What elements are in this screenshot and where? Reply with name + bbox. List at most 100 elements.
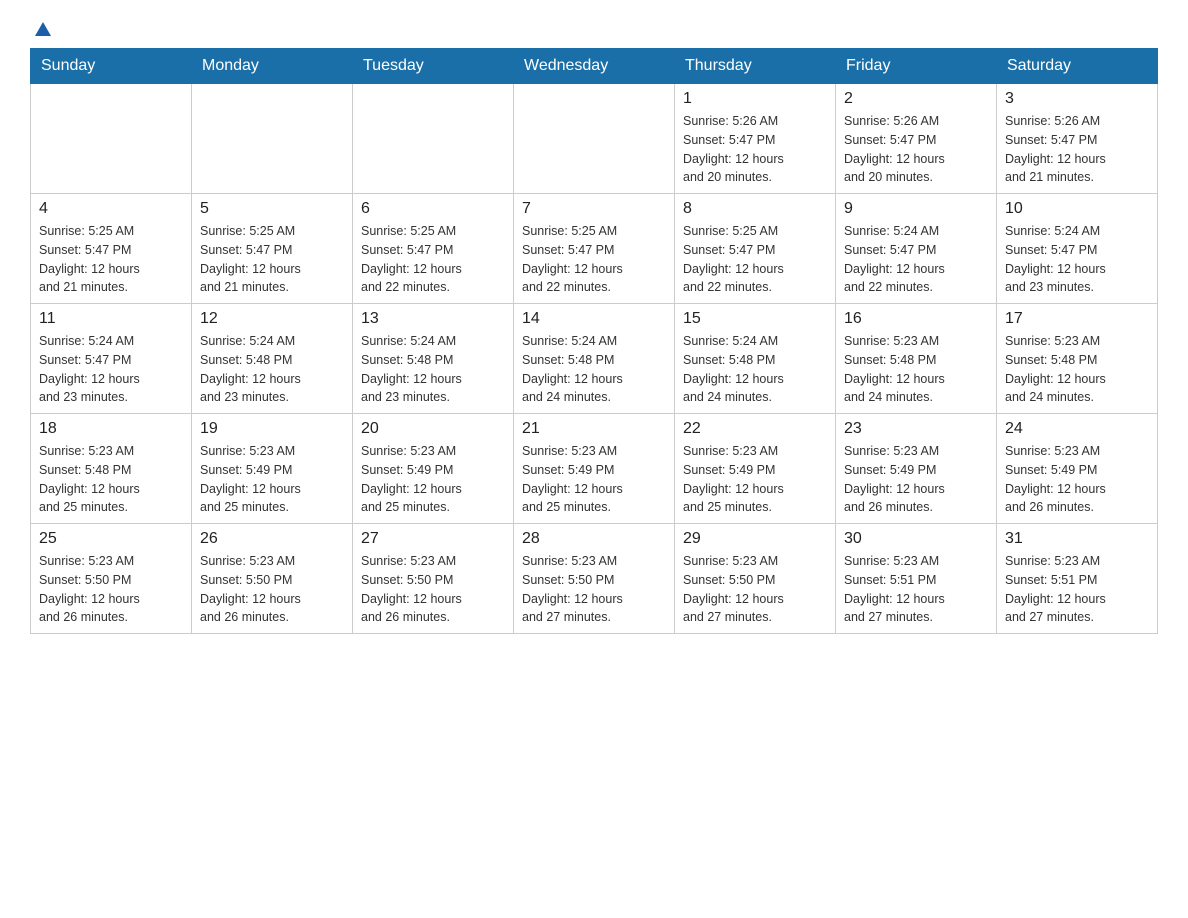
calendar-week-row: 4 Sunrise: 5:25 AMSunset: 5:47 PMDaylight… xyxy=(31,194,1158,304)
weekday-header-tuesday: Tuesday xyxy=(353,49,514,84)
day-number: 8 xyxy=(683,200,827,218)
day-info: Sunrise: 5:23 AMSunset: 5:49 PMDaylight:… xyxy=(200,442,344,517)
day-number: 27 xyxy=(361,530,505,548)
calendar-cell: 13 Sunrise: 5:24 AMSunset: 5:48 PMDayligh… xyxy=(353,304,514,414)
day-number: 21 xyxy=(522,420,666,438)
page-header xyxy=(30,20,1158,38)
day-number: 31 xyxy=(1005,530,1149,548)
calendar-week-row: 18Sunrise: 5:23 AMSunset: 5:48 PMDayligh… xyxy=(31,414,1158,524)
calendar-cell: 22 Sunrise: 5:23 AMSunset: 5:49 PMDayligh… xyxy=(675,414,836,524)
day-info: Sunrise: 5:25 AMSunset: 5:47 PMDaylight:… xyxy=(200,222,344,297)
calendar-cell: 27 Sunrise: 5:23 AMSunset: 5:50 PMDayligh… xyxy=(353,524,514,634)
day-number: 4 xyxy=(39,200,183,218)
day-number: 30 xyxy=(844,530,988,548)
day-info: Sunrise: 5:25 AMSunset: 5:47 PMDaylight:… xyxy=(39,222,183,297)
calendar-week-row: 25 Sunrise: 5:23 AMSunset: 5:50 PMDayligh… xyxy=(31,524,1158,634)
day-number: 7 xyxy=(522,200,666,218)
day-info: Sunrise: 5:24 AMSunset: 5:48 PMDaylight:… xyxy=(361,332,505,407)
day-number: 19 xyxy=(200,420,344,438)
day-number: 12 xyxy=(200,310,344,328)
day-number: 9 xyxy=(844,200,988,218)
day-info: Sunrise: 5:23 AMSunset: 5:50 PMDaylight:… xyxy=(200,552,344,627)
calendar-cell xyxy=(31,84,192,194)
calendar-cell: 7 Sunrise: 5:25 AMSunset: 5:47 PMDaylight… xyxy=(514,194,675,304)
day-number: 18 xyxy=(39,420,183,438)
calendar-header-row: SundayMondayTuesdayWednesdayThursdayFrid… xyxy=(31,49,1158,84)
weekday-header-friday: Friday xyxy=(836,49,997,84)
day-number: 5 xyxy=(200,200,344,218)
day-number: 1 xyxy=(683,90,827,108)
weekday-header-wednesday: Wednesday xyxy=(514,49,675,84)
day-info: Sunrise: 5:26 AMSunset: 5:47 PMDaylight:… xyxy=(683,112,827,187)
day-info: Sunrise: 5:23 AMSunset: 5:49 PMDaylight:… xyxy=(361,442,505,517)
day-info: Sunrise: 5:23 AMSunset: 5:50 PMDaylight:… xyxy=(39,552,183,627)
day-info: Sunrise: 5:23 AMSunset: 5:50 PMDaylight:… xyxy=(361,552,505,627)
day-number: 6 xyxy=(361,200,505,218)
day-number: 15 xyxy=(683,310,827,328)
calendar-week-row: 1 Sunrise: 5:26 AMSunset: 5:47 PMDaylight… xyxy=(31,84,1158,194)
calendar-cell: 2 Sunrise: 5:26 AMSunset: 5:47 PMDaylight… xyxy=(836,84,997,194)
calendar-cell xyxy=(353,84,514,194)
calendar-cell: 18Sunrise: 5:23 AMSunset: 5:48 PMDayligh… xyxy=(31,414,192,524)
logo-triangle-icon xyxy=(34,20,52,38)
weekday-header-sunday: Sunday xyxy=(31,49,192,84)
day-number: 3 xyxy=(1005,90,1149,108)
calendar-cell: 8 Sunrise: 5:25 AMSunset: 5:47 PMDaylight… xyxy=(675,194,836,304)
day-number: 22 xyxy=(683,420,827,438)
day-info: Sunrise: 5:23 AMSunset: 5:48 PMDaylight:… xyxy=(844,332,988,407)
day-number: 16 xyxy=(844,310,988,328)
day-info: Sunrise: 5:24 AMSunset: 5:47 PMDaylight:… xyxy=(39,332,183,407)
calendar-cell: 17Sunrise: 5:23 AMSunset: 5:48 PMDayligh… xyxy=(997,304,1158,414)
day-info: Sunrise: 5:23 AMSunset: 5:48 PMDaylight:… xyxy=(1005,332,1149,407)
day-info: Sunrise: 5:25 AMSunset: 5:47 PMDaylight:… xyxy=(683,222,827,297)
calendar-cell: 15Sunrise: 5:24 AMSunset: 5:48 PMDayligh… xyxy=(675,304,836,414)
calendar-cell: 24 Sunrise: 5:23 AMSunset: 5:49 PMDayligh… xyxy=(997,414,1158,524)
calendar-cell: 23 Sunrise: 5:23 AMSunset: 5:49 PMDayligh… xyxy=(836,414,997,524)
weekday-header-thursday: Thursday xyxy=(675,49,836,84)
day-info: Sunrise: 5:25 AMSunset: 5:47 PMDaylight:… xyxy=(522,222,666,297)
calendar-cell: 21 Sunrise: 5:23 AMSunset: 5:49 PMDayligh… xyxy=(514,414,675,524)
calendar-cell: 29 Sunrise: 5:23 AMSunset: 5:50 PMDayligh… xyxy=(675,524,836,634)
calendar-cell: 10Sunrise: 5:24 AMSunset: 5:47 PMDayligh… xyxy=(997,194,1158,304)
day-number: 13 xyxy=(361,310,505,328)
weekday-header-monday: Monday xyxy=(192,49,353,84)
day-number: 28 xyxy=(522,530,666,548)
calendar-cell: 25 Sunrise: 5:23 AMSunset: 5:50 PMDayligh… xyxy=(31,524,192,634)
calendar-cell: 31Sunrise: 5:23 AMSunset: 5:51 PMDayligh… xyxy=(997,524,1158,634)
calendar-cell: 30 Sunrise: 5:23 AMSunset: 5:51 PMDayligh… xyxy=(836,524,997,634)
day-number: 23 xyxy=(844,420,988,438)
calendar-cell: 19 Sunrise: 5:23 AMSunset: 5:49 PMDayligh… xyxy=(192,414,353,524)
calendar-cell: 12 Sunrise: 5:24 AMSunset: 5:48 PMDayligh… xyxy=(192,304,353,414)
logo xyxy=(30,20,52,38)
calendar-cell: 1 Sunrise: 5:26 AMSunset: 5:47 PMDaylight… xyxy=(675,84,836,194)
day-number: 2 xyxy=(844,90,988,108)
day-number: 25 xyxy=(39,530,183,548)
calendar-cell: 9 Sunrise: 5:24 AMSunset: 5:47 PMDaylight… xyxy=(836,194,997,304)
calendar-cell: 20 Sunrise: 5:23 AMSunset: 5:49 PMDayligh… xyxy=(353,414,514,524)
day-info: Sunrise: 5:23 AMSunset: 5:49 PMDaylight:… xyxy=(844,442,988,517)
calendar-cell: 4 Sunrise: 5:25 AMSunset: 5:47 PMDaylight… xyxy=(31,194,192,304)
day-number: 14 xyxy=(522,310,666,328)
day-number: 29 xyxy=(683,530,827,548)
weekday-header-saturday: Saturday xyxy=(997,49,1158,84)
day-info: Sunrise: 5:24 AMSunset: 5:48 PMDaylight:… xyxy=(200,332,344,407)
calendar-cell: 6Sunrise: 5:25 AMSunset: 5:47 PMDaylight… xyxy=(353,194,514,304)
calendar-cell: 28Sunrise: 5:23 AMSunset: 5:50 PMDayligh… xyxy=(514,524,675,634)
day-number: 20 xyxy=(361,420,505,438)
calendar-cell: 26Sunrise: 5:23 AMSunset: 5:50 PMDayligh… xyxy=(192,524,353,634)
calendar-cell xyxy=(192,84,353,194)
calendar-cell: 16 Sunrise: 5:23 AMSunset: 5:48 PMDayligh… xyxy=(836,304,997,414)
day-info: Sunrise: 5:23 AMSunset: 5:51 PMDaylight:… xyxy=(844,552,988,627)
day-info: Sunrise: 5:24 AMSunset: 5:47 PMDaylight:… xyxy=(844,222,988,297)
day-info: Sunrise: 5:23 AMSunset: 5:49 PMDaylight:… xyxy=(1005,442,1149,517)
day-info: Sunrise: 5:26 AMSunset: 5:47 PMDaylight:… xyxy=(844,112,988,187)
day-info: Sunrise: 5:23 AMSunset: 5:49 PMDaylight:… xyxy=(522,442,666,517)
day-info: Sunrise: 5:23 AMSunset: 5:50 PMDaylight:… xyxy=(683,552,827,627)
day-number: 10 xyxy=(1005,200,1149,218)
day-number: 24 xyxy=(1005,420,1149,438)
day-info: Sunrise: 5:24 AMSunset: 5:48 PMDaylight:… xyxy=(522,332,666,407)
calendar-cell xyxy=(514,84,675,194)
calendar-table: SundayMondayTuesdayWednesdayThursdayFrid… xyxy=(30,48,1158,634)
day-number: 11 xyxy=(39,310,183,328)
day-info: Sunrise: 5:23 AMSunset: 5:49 PMDaylight:… xyxy=(683,442,827,517)
